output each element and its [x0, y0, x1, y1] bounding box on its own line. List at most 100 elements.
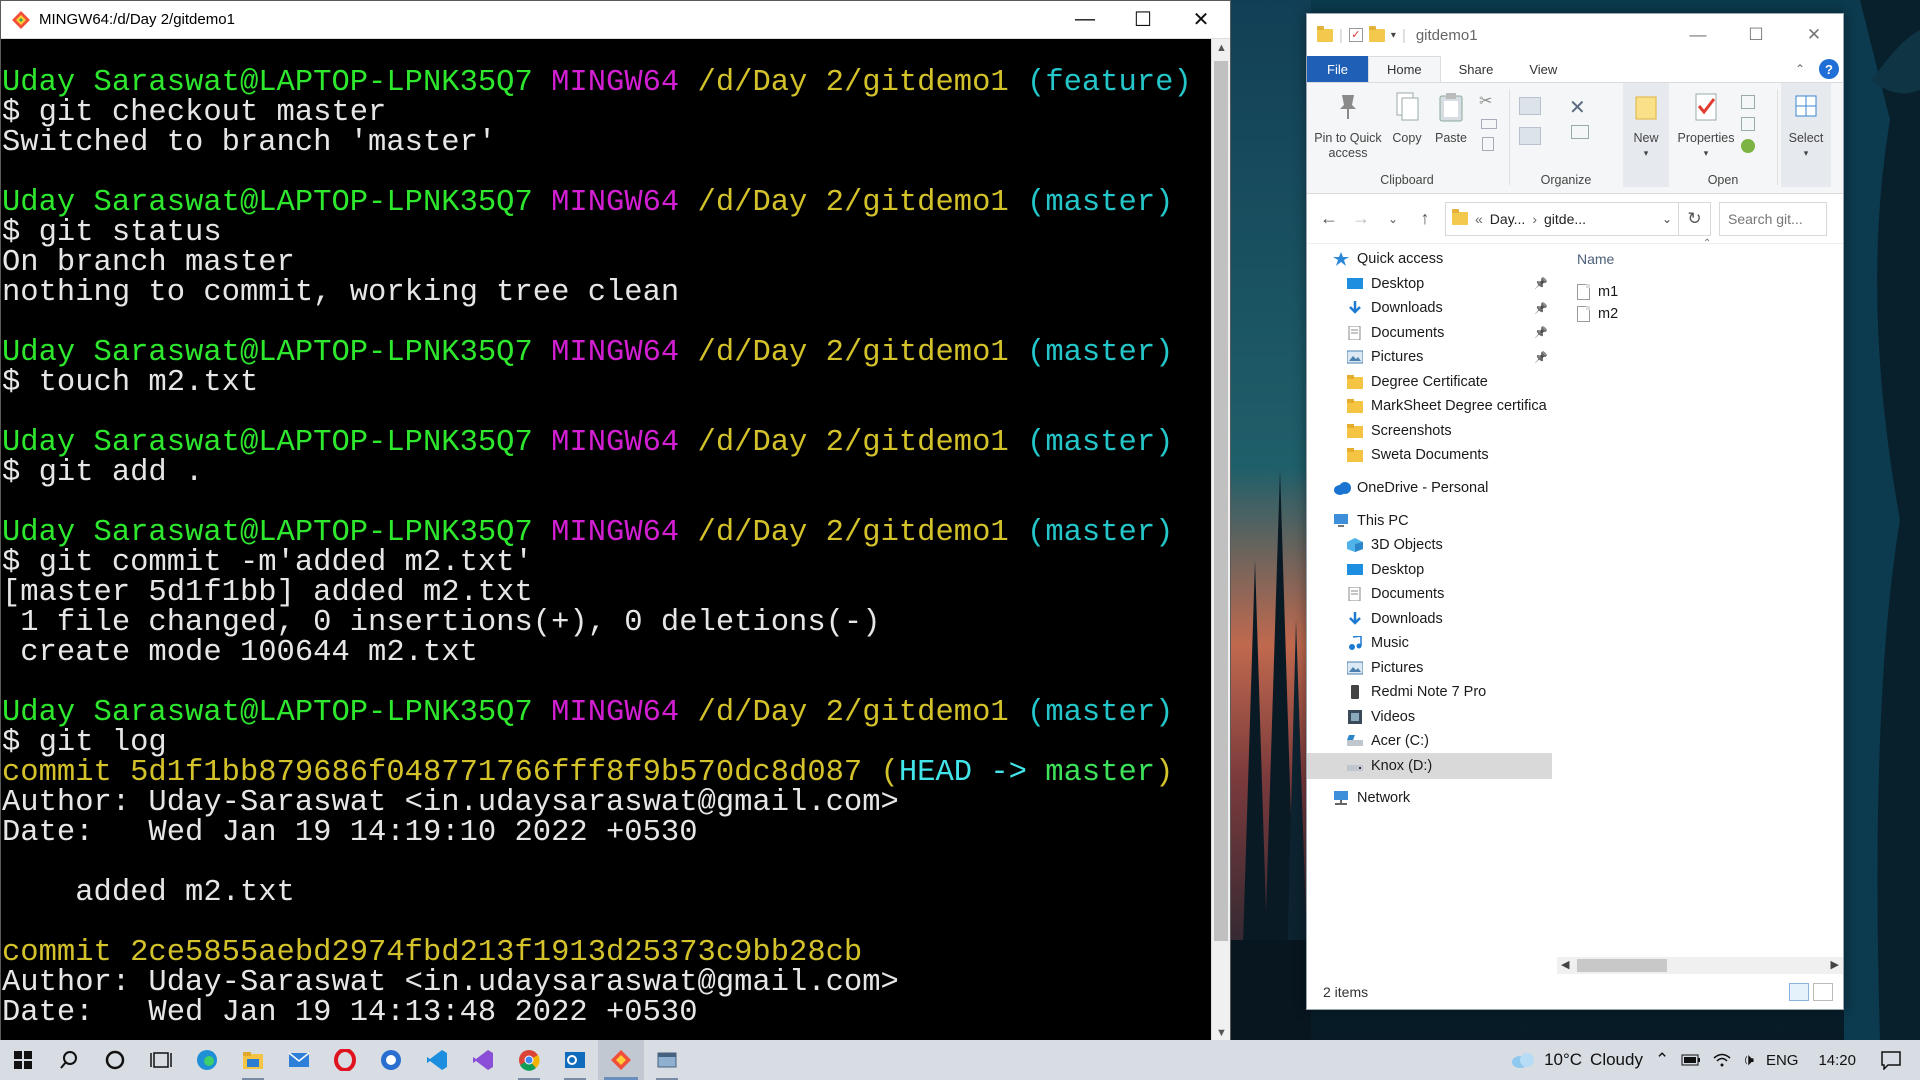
refresh-icon[interactable]: ↻	[1679, 201, 1711, 236]
nav-onedrive[interactable]: OneDrive - Personal	[1333, 475, 1552, 501]
breadcrumb-gitdemo[interactable]: gitde...	[1544, 211, 1586, 227]
maximize-button[interactable]: ☐	[1114, 1, 1172, 39]
properties-button[interactable]: Properties ▾	[1673, 91, 1739, 161]
terminal-titlebar[interactable]: MINGW64:/d/Day 2/gitdemo1 — ☐ ✕	[1, 1, 1230, 39]
scrollbar-thumb[interactable]	[1577, 959, 1667, 972]
move-to-icon[interactable]	[1519, 97, 1541, 115]
file-row[interactable]: m2	[1577, 302, 1618, 326]
nav-item-knox-d-[interactable]: Knox (D:)	[1307, 752, 1552, 779]
volume-icon[interactable]: 🕩	[1737, 1050, 1760, 1070]
search-input[interactable]: Search git...	[1719, 201, 1827, 236]
nav-item-downloads[interactable]: Downloads	[1347, 606, 1552, 632]
show-hidden-icons-chevron-icon[interactable]: ⌃	[1649, 1050, 1675, 1070]
paste-shortcut-icon[interactable]	[1482, 137, 1494, 151]
vscode-icon[interactable]	[414, 1040, 460, 1080]
paste-button[interactable]: Paste	[1431, 91, 1471, 146]
copy-path-icon[interactable]	[1481, 119, 1497, 129]
app-window-icon[interactable]	[644, 1040, 690, 1080]
explorer-titlebar[interactable]: | ✓ ▾ | gitdemo1 — ☐ ✕	[1307, 14, 1843, 56]
cortana-icon[interactable]	[92, 1040, 138, 1080]
nav-item-3d-objects[interactable]: 3D Objects	[1347, 532, 1552, 558]
recent-locations-chevron-icon[interactable]: ⌄	[1377, 212, 1409, 226]
copy-to-icon[interactable]	[1519, 127, 1541, 145]
new-folder-button[interactable]: New ▾	[1623, 83, 1669, 187]
file-list[interactable]: Name ⌃ m1 m2	[1557, 238, 1843, 806]
large-icons-view-icon[interactable]	[1813, 983, 1833, 1001]
nav-item-redmi-note-7-pro[interactable]: Redmi Note 7 Pro	[1347, 679, 1552, 705]
wifi-icon[interactable]	[1707, 1052, 1737, 1068]
nav-item-documents[interactable]: Documents 📌	[1347, 320, 1552, 346]
close-button[interactable]: ✕	[1172, 1, 1230, 39]
nav-item-downloads[interactable]: Downloads 📌	[1347, 295, 1552, 321]
nav-item-pictures[interactable]: Pictures	[1346, 655, 1552, 681]
nav-item-degree-certificate[interactable]: Degree Certificate	[1347, 369, 1552, 395]
nav-item-documents[interactable]: Documents	[1347, 581, 1552, 607]
chrome-icon[interactable]	[506, 1040, 552, 1080]
minimize-button[interactable]: —	[1669, 25, 1727, 45]
collapse-ribbon-chevron-icon[interactable]: ⌃	[1795, 62, 1805, 76]
navigation-pane[interactable]: Quick access Desktop 📌 Downloads 📌 Documents 📌…	[1307, 246, 1552, 946]
terminal-scrollbar[interactable]: ▲ ▼	[1211, 39, 1230, 1042]
terminal-output[interactable]: Uday Saraswat@LAPTOP-LPNK35Q7 MINGW64 /d…	[1, 39, 1211, 1042]
open-icon[interactable]	[1741, 95, 1755, 109]
opera-icon[interactable]	[322, 1040, 368, 1080]
start-button[interactable]	[0, 1040, 46, 1080]
maximize-button[interactable]: ☐	[1727, 25, 1785, 45]
address-dropdown-chevron-icon[interactable]: ⌄	[1662, 212, 1672, 226]
tab-file[interactable]: File	[1307, 56, 1368, 82]
nav-this-pc[interactable]: This PC	[1333, 508, 1552, 534]
breadcrumb-day[interactable]: Day...	[1490, 211, 1526, 227]
battery-icon[interactable]	[1675, 1054, 1707, 1066]
nav-item-desktop[interactable]: Desktop	[1347, 557, 1552, 583]
new-folder-icon[interactable]	[1368, 25, 1385, 42]
weather-widget[interactable]: 10°C Cloudy	[1504, 1050, 1649, 1070]
notifications-icon[interactable]	[1870, 1050, 1920, 1070]
scroll-right-arrow-icon[interactable]: ▶	[1831, 957, 1839, 974]
visual-studio-icon[interactable]	[460, 1040, 506, 1080]
signal-app-icon[interactable]	[368, 1040, 414, 1080]
details-view-icon[interactable]	[1789, 983, 1809, 1001]
edit-icon[interactable]	[1741, 117, 1755, 131]
search-icon[interactable]	[46, 1040, 92, 1080]
minimize-button[interactable]: —	[1056, 1, 1114, 39]
file-row[interactable]: m1	[1577, 280, 1618, 304]
file-explorer-window[interactable]: | ✓ ▾ | gitdemo1 — ☐ ✕ File Home Share V…	[1306, 13, 1844, 1010]
horizontal-scrollbar[interactable]: ◀ ▶	[1557, 957, 1843, 974]
scroll-left-arrow-icon[interactable]: ◀	[1561, 957, 1569, 974]
scroll-up-arrow-icon[interactable]: ▲	[1212, 39, 1231, 57]
scrollbar-thumb[interactable]	[1214, 61, 1228, 941]
help-icon[interactable]: ?	[1819, 59, 1839, 79]
mail-icon[interactable]	[276, 1040, 322, 1080]
edge-browser-icon[interactable]	[184, 1040, 230, 1080]
address-bar[interactable]: « Day... › gitde... ⌄	[1445, 201, 1679, 236]
nav-item-marksheet-degree-certifica[interactable]: MarkSheet Degree certifica	[1347, 393, 1552, 419]
outlook-icon[interactable]	[552, 1040, 598, 1080]
task-view-icon[interactable]	[138, 1040, 184, 1080]
language-indicator[interactable]: ENG	[1760, 1052, 1805, 1069]
nav-item-videos[interactable]: Videos	[1347, 704, 1552, 730]
quick-access-toolbar[interactable]: | ✓ ▾ |	[1317, 25, 1406, 44]
select-button[interactable]: Select ▾	[1781, 83, 1831, 187]
forward-arrow-icon[interactable]: →	[1345, 208, 1377, 229]
column-header-name[interactable]: Name ⌃	[1557, 238, 1843, 272]
nav-item-screenshots[interactable]: Screenshots	[1347, 418, 1552, 444]
copy-button[interactable]: Copy	[1387, 91, 1427, 146]
clock[interactable]: 14:20	[1804, 1052, 1870, 1069]
properties-check-icon[interactable]: ✓	[1348, 28, 1363, 42]
history-icon[interactable]	[1741, 139, 1755, 153]
nav-quick-access[interactable]: Quick access	[1333, 246, 1552, 272]
delete-icon[interactable]: ✕	[1569, 95, 1589, 125]
back-arrow-icon[interactable]: ←	[1313, 208, 1345, 229]
nav-item-music[interactable]: Music	[1347, 630, 1552, 656]
nav-network[interactable]: Network	[1333, 785, 1552, 811]
tab-view[interactable]: View	[1511, 56, 1575, 82]
up-arrow-icon[interactable]: ↑	[1409, 208, 1441, 229]
tab-share[interactable]: Share	[1441, 56, 1512, 82]
pin-to-quick-access-button[interactable]: Pin to Quick access	[1311, 91, 1385, 161]
nav-item-desktop[interactable]: Desktop 📌	[1347, 271, 1552, 297]
tab-home[interactable]: Home	[1367, 56, 1441, 82]
rename-icon[interactable]	[1571, 125, 1589, 139]
file-explorer-taskbar-icon[interactable]	[230, 1040, 276, 1080]
cut-icon[interactable]: ✂	[1479, 91, 1503, 113]
close-button[interactable]: ✕	[1785, 25, 1843, 45]
